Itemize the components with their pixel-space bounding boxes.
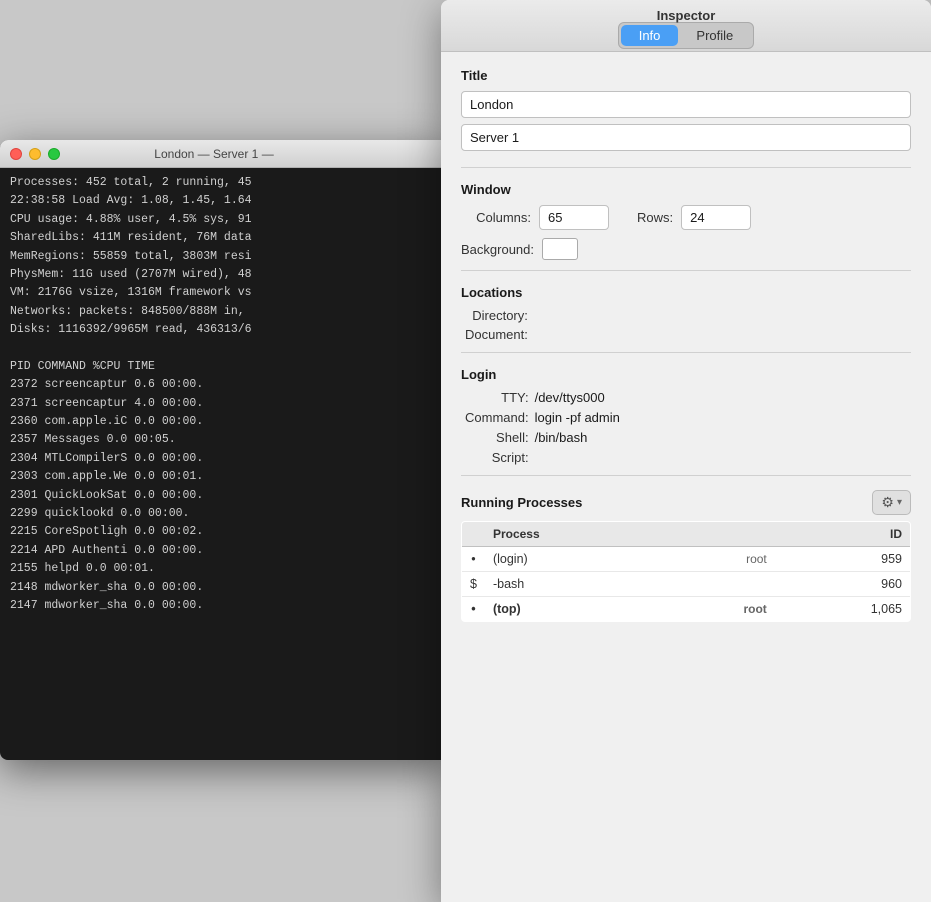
col-id: ID [775, 522, 911, 547]
background-row: Background: [461, 238, 911, 260]
row-name: (top) [485, 597, 663, 622]
processes-tbody: •(login)root959$-bash960•(top)root1,065 [462, 547, 911, 622]
terminal-line: 22:38:58 Load Avg: 1.08, 1.45, 1.64 [10, 192, 440, 210]
script-value [535, 450, 911, 465]
running-processes-header: Running Processes ⚙ ▾ [461, 490, 911, 515]
terminal-line: CPU usage: 4.88% user, 4.5% sys, 91 [10, 211, 440, 229]
terminal-line: Processes: 452 total, 2 running, 45 [10, 174, 440, 192]
rows-label: Rows: [637, 210, 673, 225]
document-value [534, 327, 911, 342]
divider-4 [461, 475, 911, 476]
shell-label: Shell: [465, 430, 529, 445]
divider-1 [461, 167, 911, 168]
terminal-line: 2299 quicklookd 0.0 00:00. [10, 505, 440, 523]
row-name: (login) [485, 547, 663, 572]
terminal-window: London — Server 1 — Processes: 452 total… [0, 140, 450, 760]
tab-profile[interactable]: Profile [678, 25, 751, 46]
col-user [663, 522, 775, 547]
row-user: root [663, 597, 775, 622]
terminal-line: 2301 QuickLookSat 0.0 00:00. [10, 487, 440, 505]
row-id: 959 [775, 547, 911, 572]
chevron-down-icon: ▾ [897, 497, 902, 508]
inspector-body: Title Window Columns: Rows: Background: … [441, 52, 931, 902]
login-section-label: Login [461, 367, 911, 382]
inspector-title: Inspector [657, 8, 716, 23]
terminal-line: Networks: packets: 848500/888M in, [10, 303, 440, 321]
terminal-line: PhysMem: 11G used (2707M wired), 48 [10, 266, 440, 284]
command-label: Command: [465, 410, 529, 425]
col-process: Process [485, 522, 663, 547]
processes-table: Process ID •(login)root959$-bash960•(top… [461, 521, 911, 622]
terminal-body: Processes: 452 total, 2 running, 4522:38… [0, 168, 450, 621]
row-bullet: • [462, 597, 485, 622]
gear-icon: ⚙ [881, 494, 894, 511]
background-swatch[interactable] [542, 238, 578, 260]
row-user: root [663, 547, 775, 572]
terminal-line [10, 340, 440, 358]
terminal-line: 2357 Messages 0.0 00:05. [10, 431, 440, 449]
title-field-2[interactable] [461, 124, 911, 151]
shell-value: /bin/bash [535, 430, 911, 445]
table-row: •(login)root959 [462, 547, 911, 572]
directory-label: Directory: [465, 308, 528, 323]
terminal-line: 2304 MTLCompilerS 0.0 00:00. [10, 450, 440, 468]
terminal-line: 2215 CoreSpotligh 0.0 00:02. [10, 523, 440, 541]
terminal-line: VM: 2176G vsize, 1316M framework vs [10, 284, 440, 302]
divider-2 [461, 270, 911, 271]
tab-group: Info Profile [618, 22, 755, 49]
row-id: 1,065 [775, 597, 911, 622]
inspector-titlebar: Inspector Info Profile [441, 0, 931, 52]
window-section-label: Window [461, 182, 911, 197]
row-bullet: • [462, 547, 485, 572]
gear-button[interactable]: ⚙ ▾ [872, 490, 911, 515]
locations-grid: Directory: Document: [465, 308, 911, 342]
row-bullet: $ [462, 572, 485, 597]
table-row: $-bash 960 [462, 572, 911, 597]
terminal-line: 2371 screencaptur 4.0 00:00. [10, 395, 440, 413]
table-row: •(top)root1,065 [462, 597, 911, 622]
terminal-line: 2147 mdworker_sha 0.0 00:00. [10, 597, 440, 615]
terminal-titlebar: London — Server 1 — [0, 140, 450, 168]
login-grid: TTY: /dev/ttys000 Command: login -pf adm… [465, 390, 911, 465]
script-label: Script: [465, 450, 529, 465]
terminal-line: 2155 helpd 0.0 00:01. [10, 560, 440, 578]
terminal-line: 2372 screencaptur 0.6 00:00. [10, 376, 440, 394]
inspector-window: Inspector Info Profile Title Window Colu… [441, 0, 931, 902]
directory-value [534, 308, 911, 323]
terminal-line: PID COMMAND %CPU TIME [10, 358, 440, 376]
tty-value: /dev/ttys000 [535, 390, 911, 405]
command-value: login -pf admin [535, 410, 911, 425]
divider-3 [461, 352, 911, 353]
running-processes-label: Running Processes [461, 495, 582, 510]
terminal-line: Disks: 1116392/9965M read, 436313/6 [10, 321, 440, 339]
terminal-line: 2214 APD Authenti 0.0 00:00. [10, 542, 440, 560]
terminal-line: 2303 com.apple.We 0.0 00:01. [10, 468, 440, 486]
terminal-line: 2360 com.apple.iC 0.0 00:00. [10, 413, 440, 431]
tty-label: TTY: [465, 390, 529, 405]
table-header-row: Process ID [462, 522, 911, 547]
col-bullet [462, 522, 485, 547]
terminal-line: MemRegions: 55859 total, 3803M resi [10, 248, 440, 266]
title-section-label: Title [461, 68, 911, 83]
terminal-line: SharedLibs: 411M resident, 76M data [10, 229, 440, 247]
columns-input[interactable] [539, 205, 609, 230]
columns-row: Columns: Rows: [461, 205, 911, 230]
terminal-title: London — Server 1 — [0, 147, 440, 161]
rows-input[interactable] [681, 205, 751, 230]
terminal-line: 2148 mdworker_sha 0.0 00:00. [10, 579, 440, 597]
row-name: -bash [485, 572, 663, 597]
background-label: Background: [461, 242, 534, 257]
row-user [663, 572, 775, 597]
row-id: 960 [775, 572, 911, 597]
locations-section-label: Locations [461, 285, 911, 300]
tab-info[interactable]: Info [621, 25, 679, 46]
columns-label: Columns: [461, 210, 531, 225]
title-field-1[interactable] [461, 91, 911, 118]
document-label: Document: [465, 327, 528, 342]
